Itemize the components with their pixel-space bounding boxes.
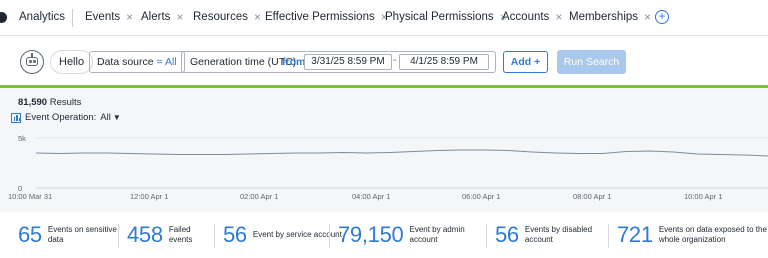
close-icon[interactable]: ×: [555, 11, 562, 23]
run-search-button[interactable]: Run Search: [557, 50, 626, 74]
data-source-value: = All: [156, 56, 177, 68]
stat-sensitive-data[interactable]: 65 Events on sensitive data: [18, 218, 118, 252]
stat-divider: [118, 224, 119, 248]
tab-label: Alerts: [141, 11, 171, 23]
x-tick-label: 12:00 Apr 1: [130, 192, 169, 201]
results-count-suffix: Results: [47, 97, 82, 108]
bar-chart-icon: [11, 112, 21, 123]
tab-resources[interactable]: Resources ×: [193, 11, 261, 24]
tab-label: Resources: [193, 11, 248, 23]
stat-divider: [486, 224, 487, 248]
robot-eye: [33, 60, 36, 63]
stat-divider: [214, 224, 215, 248]
tab-memberships[interactable]: Memberships ×: [569, 11, 651, 24]
close-icon[interactable]: ×: [644, 11, 651, 23]
stat-label: Events by disabled account: [524, 225, 593, 244]
series-line: [35, 149, 768, 157]
from-datetime-input[interactable]: 3/31/25 8:59 PM: [304, 54, 392, 70]
generation-time-filter: Generation time (UTC) from 3/31/25 8:59 …: [181, 51, 496, 73]
stat-failed-events[interactable]: 458 Failed events: [127, 218, 209, 252]
robot-avatar-icon: [20, 50, 44, 74]
tab-label: Effective Permissions: [265, 11, 375, 23]
y-tick-label: 5k: [18, 134, 26, 143]
tab-label: Events: [85, 11, 121, 23]
range-separator: -: [393, 55, 397, 66]
stat-label: Failed events: [168, 225, 193, 244]
stats-row: 65 Events on sensitive data 458 Failed even…: [0, 212, 768, 258]
tab-analytics[interactable]: Analytics: [19, 11, 65, 23]
x-tick-label: 04:00 Apr 1: [352, 192, 391, 201]
stat-value: 458: [127, 222, 163, 247]
x-tick-label: 10:00 Mar 31: [8, 192, 53, 201]
x-tick-label: 02:00 Apr 1: [240, 192, 279, 201]
event-operation-value: All: [100, 112, 111, 123]
tab-accounts[interactable]: Accounts ×: [502, 11, 562, 24]
stat-divider: [608, 224, 609, 248]
stat-divider: [329, 224, 330, 248]
robot-eye: [29, 60, 32, 63]
tab-label: Memberships: [569, 11, 639, 23]
stat-value: 79,150: [338, 222, 404, 247]
robot-head: [26, 57, 38, 66]
to-datetime-input[interactable]: 4/1/25 8:59 PM: [399, 54, 489, 70]
event-operation-selector[interactable]: Event Operation: All ▼: [11, 112, 121, 123]
tab-bar: Analytics Events × Alerts × Resources × Eff…: [0, 0, 768, 36]
from-label: from: [282, 56, 306, 68]
greeting-chip: Hello: [50, 50, 94, 74]
generation-time-label: Generation time (UTC): [190, 56, 297, 68]
stat-value: 56: [495, 222, 519, 247]
stat-exposed-data[interactable]: 721 Events on data exposed to the whole o…: [617, 218, 768, 252]
x-tick-label: 06:00 Apr 1: [462, 192, 501, 201]
stat-value: 721: [617, 222, 653, 247]
stat-value: 65: [18, 222, 42, 247]
x-tick-label: 08:00 Apr 1: [573, 192, 612, 201]
close-icon[interactable]: ×: [254, 11, 261, 23]
close-icon[interactable]: ×: [176, 11, 183, 23]
stat-label: Event by service account: [252, 230, 342, 239]
add-tab-icon[interactable]: +: [655, 10, 669, 24]
tab-divider: [72, 9, 73, 27]
data-source-filter[interactable]: Data source = All: [89, 51, 185, 73]
close-icon[interactable]: ×: [126, 11, 133, 23]
search-toolbar: Hello Data source = All Generation time …: [0, 37, 768, 85]
tab-label: Accounts: [502, 11, 550, 23]
tab-alerts[interactable]: Alerts ×: [141, 11, 183, 24]
results-panel: 81,590 Results Event Operation: All ▼ 5k…: [0, 88, 768, 258]
tab-label: Physical Permissions: [385, 11, 494, 23]
results-count-value: 81,590: [18, 97, 48, 108]
results-count: 81,590 Results: [18, 97, 81, 108]
tab-effective-permissions[interactable]: Effective Permissions ×: [265, 11, 388, 24]
data-source-label: Data source: [97, 56, 154, 68]
tab-physical-permissions[interactable]: Physical Permissions ×: [385, 11, 507, 24]
stat-disabled-account[interactable]: 56 Events by disabled account: [495, 218, 595, 252]
x-tick-label: 10:00 Apr 1: [684, 192, 723, 201]
add-filter-button[interactable]: Add +: [503, 51, 548, 73]
stat-value: 56: [223, 222, 247, 247]
stat-label: Events on data exposed to the whole orga…: [658, 225, 767, 244]
stat-admin-account[interactable]: 79,150 Event by admin account: [338, 218, 480, 252]
event-operation-label: Event Operation:: [25, 112, 97, 123]
tab-events[interactable]: Events ×: [85, 11, 133, 24]
stat-label: Event by admin account: [409, 225, 465, 244]
chevron-down-icon: ▼: [112, 113, 121, 122]
app-menu-icon[interactable]: [0, 12, 7, 23]
stat-label: Events on sensitive data: [47, 225, 117, 244]
